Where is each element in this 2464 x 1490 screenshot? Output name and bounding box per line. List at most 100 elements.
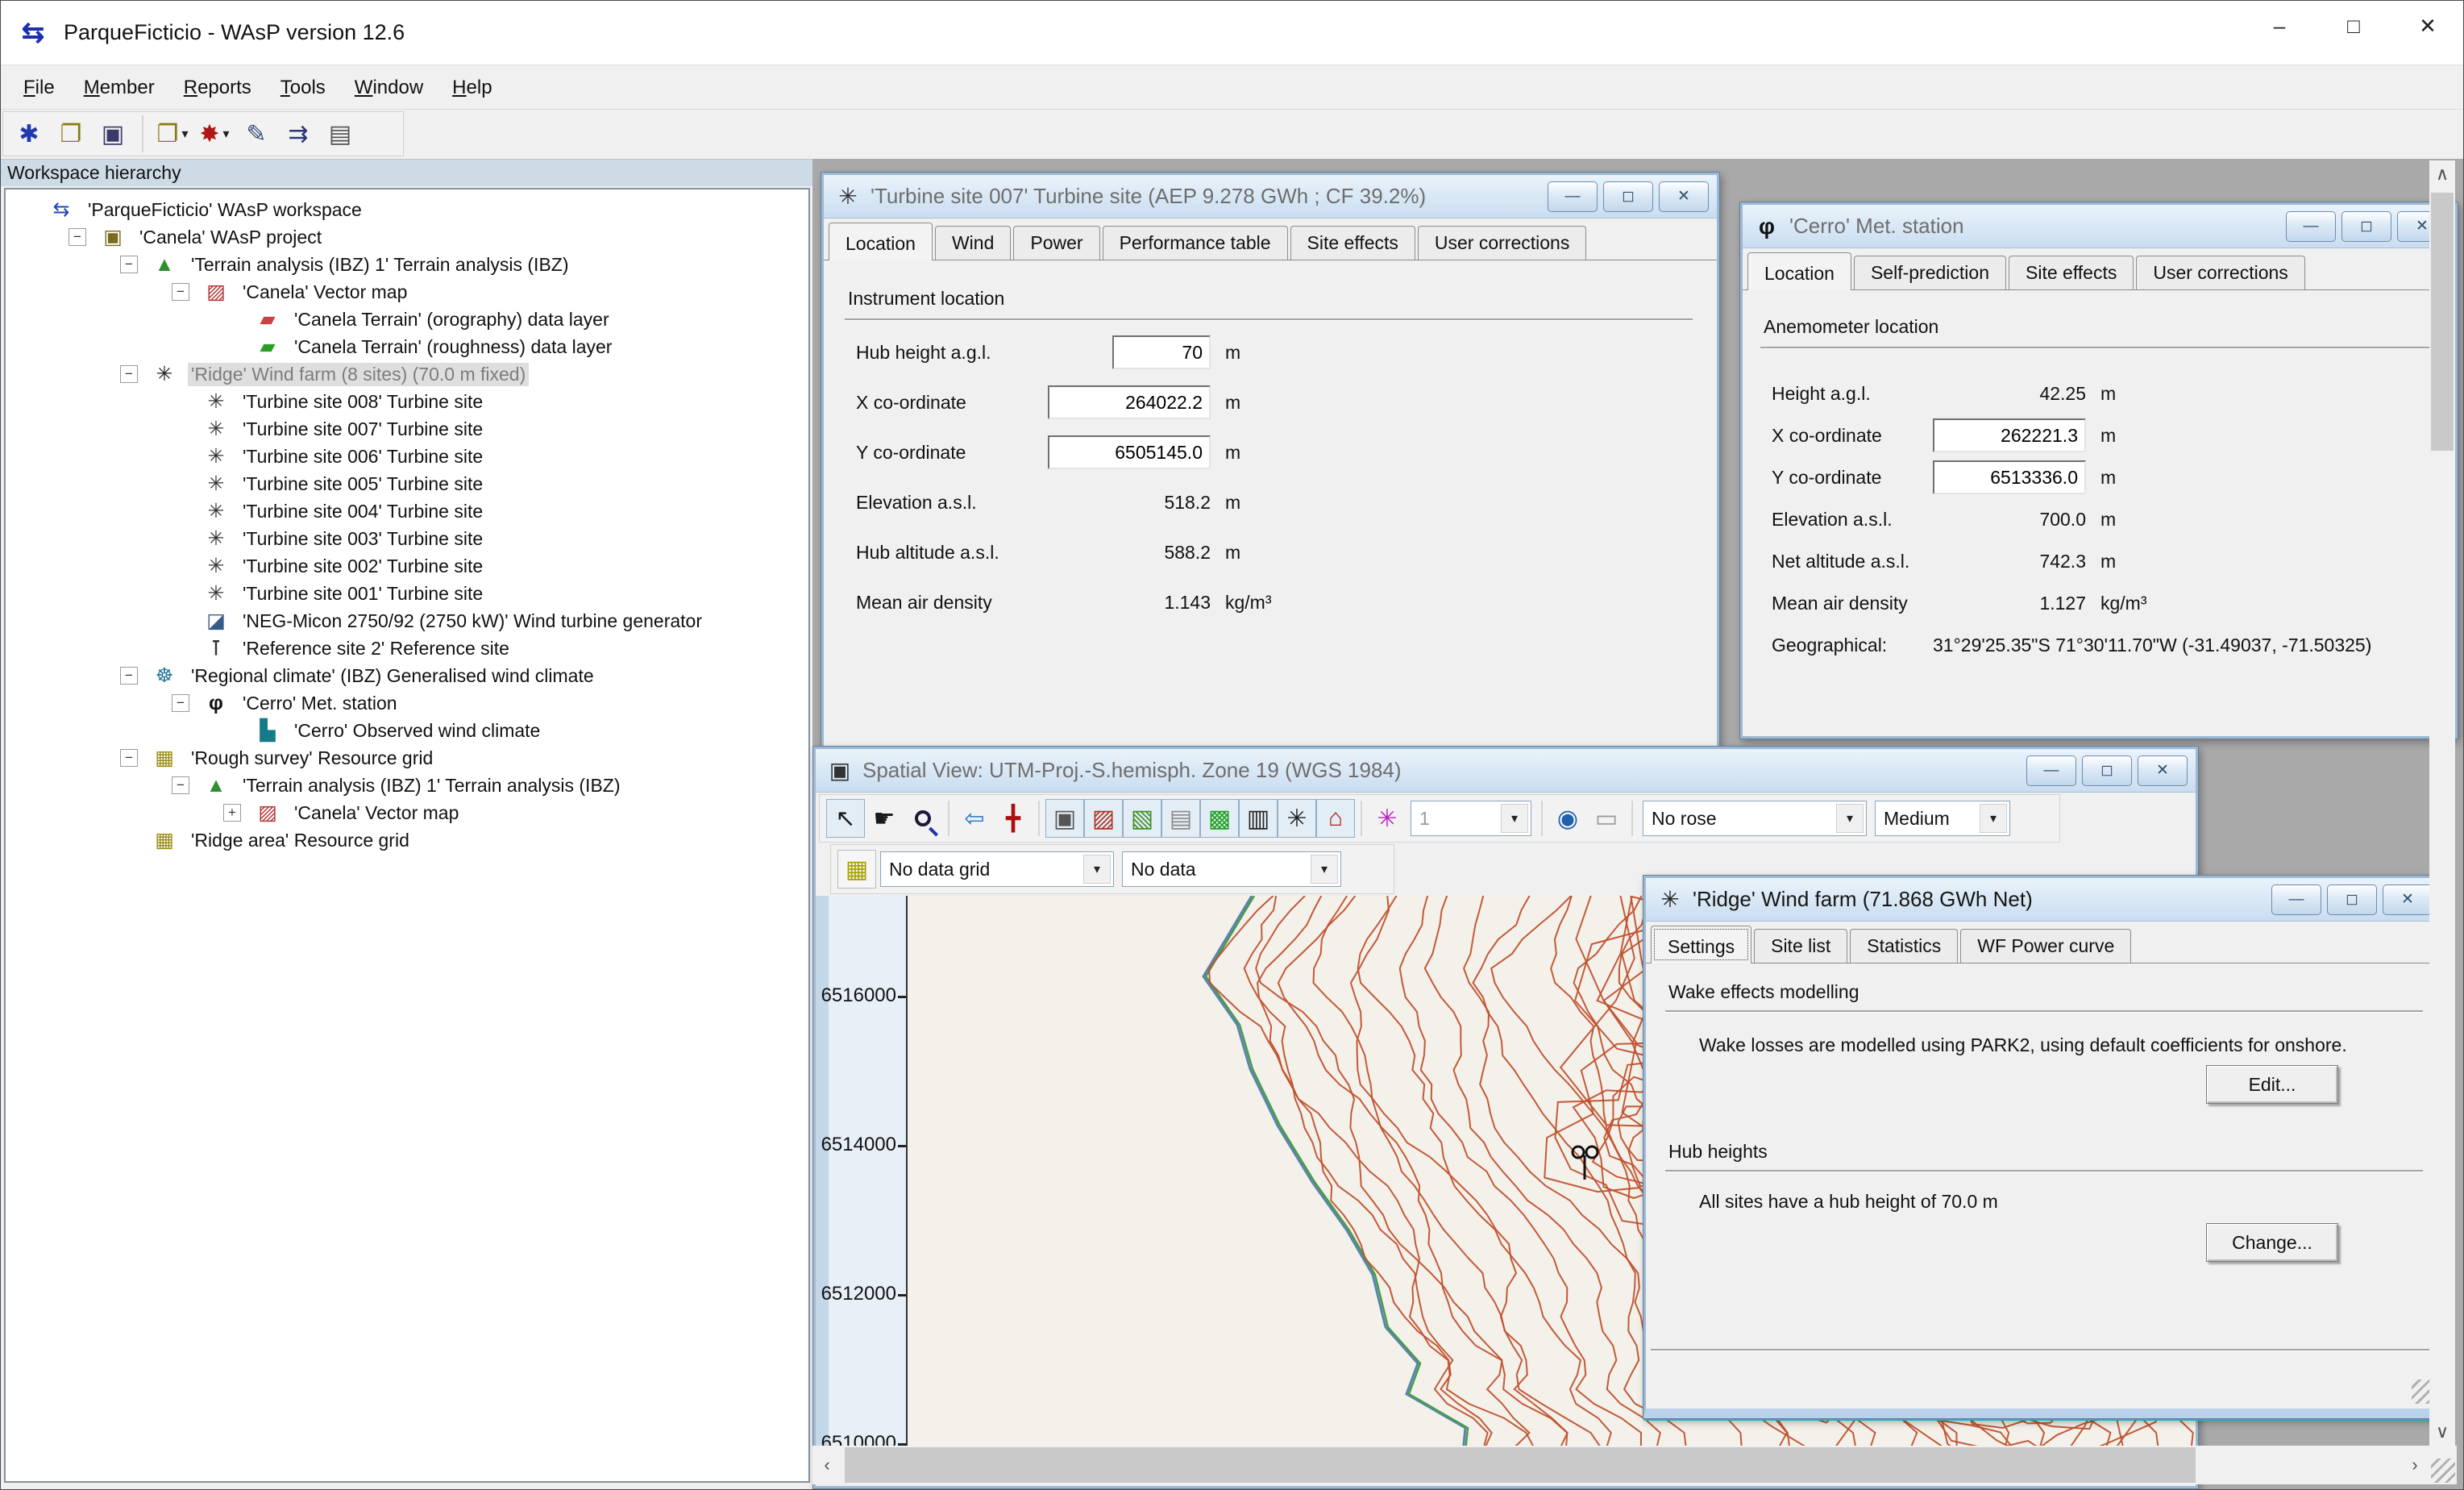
tab-power[interactable]: Power [1013, 226, 1099, 260]
new-member-button[interactable]: ✸▾ [195, 114, 234, 153]
tree-item[interactable]: ▰'Canela Terrain' (orography) data layer [6, 306, 808, 333]
minimize-button[interactable]: – [2242, 1, 2316, 51]
menu-help[interactable]: Help [438, 70, 506, 106]
tree-expand-minus-icon[interactable]: − [120, 667, 138, 685]
scroll-right-button[interactable]: › [2400, 1446, 2429, 1484]
vertical-scrollbar[interactable]: ∧ ∨ [2429, 160, 2455, 1446]
export-button[interactable]: ⇉ [279, 114, 318, 153]
tree-item[interactable]: −✳'Ridge' Wind farm (8 sites) (70.0 m fi… [6, 360, 808, 388]
tree-item[interactable]: −▨'Canela' Vector map [6, 278, 808, 306]
tree-item[interactable]: −☸'Regional climate' (IBZ) Generalised w… [6, 662, 808, 689]
tree-item[interactable]: −φ'Cerro' Met. station [6, 689, 808, 717]
restore-button[interactable]: ◻ [2341, 211, 2391, 242]
tab-user-corrections[interactable]: User corrections [1418, 226, 1586, 260]
menu-tools[interactable]: Tools [266, 70, 340, 106]
turbine-window-titlebar[interactable]: ✳ 'Turbine site 007' Turbine site (AEP 9… [824, 175, 1717, 219]
globe-button[interactable]: ◉ [1548, 799, 1587, 838]
tree-item[interactable]: ✳'Turbine site 008' Turbine site [6, 388, 808, 415]
resize-grip[interactable] [2431, 1459, 2455, 1483]
tab-site-effects[interactable]: Site effects [2009, 256, 2134, 289]
tree-expand-minus-icon[interactable]: − [120, 749, 138, 767]
tree-item[interactable]: ✳'Turbine site 007' Turbine site [6, 415, 808, 443]
minimize-button[interactable]: — [2286, 211, 2336, 242]
tree-item[interactable]: ✳'Turbine site 001' Turbine site [6, 580, 808, 607]
tree-expand-minus-icon[interactable]: − [120, 365, 138, 383]
minimize-button[interactable]: — [1548, 181, 1598, 212]
data-grid-select[interactable]: No data grid▾ [880, 851, 1114, 887]
menu-reports[interactable]: Reports [169, 70, 266, 106]
tree-item[interactable]: ▙'Cerro' Observed wind climate [6, 717, 808, 744]
pan-tool[interactable]: ☛ [865, 799, 904, 838]
spatial-window-titlebar[interactable]: ▣ Spatial View: UTM-Proj.-S.hemisph. Zon… [816, 749, 2196, 793]
tree-item[interactable]: ✳'Turbine site 005' Turbine site [6, 470, 808, 497]
rose-overlay-toggle[interactable]: ✳ [1368, 799, 1407, 838]
tree-item[interactable]: ✳'Turbine site 003' Turbine site [6, 525, 808, 552]
dropdown-arrow-icon[interactable]: ▾ [181, 126, 188, 142]
vscroll-thumb[interactable] [2431, 193, 2454, 451]
scroll-up-button[interactable]: ∧ [2429, 160, 2455, 188]
grid-frame-toggle[interactable]: ▣ [1045, 799, 1084, 838]
close-button[interactable]: ✕ [2383, 884, 2433, 915]
tree-item[interactable]: ▰'Canela Terrain' (roughness) data layer [6, 333, 808, 360]
tree-item[interactable]: ✳'Turbine site 002' Turbine site [6, 552, 808, 580]
data-select[interactable]: No data▾ [1122, 851, 1341, 887]
tab-location[interactable]: Location [1747, 252, 1851, 290]
x-co-ordinate-input[interactable] [1048, 385, 1211, 419]
tree-item[interactable]: ⊺'Reference site 2' Reference site [6, 635, 808, 662]
new-workspace-button[interactable]: ✱ [10, 114, 48, 153]
dropdown-arrow-icon[interactable]: ▾ [1083, 855, 1111, 884]
restore-button[interactable]: ◻ [2327, 884, 2377, 915]
tree-item[interactable]: −▲'Terrain analysis (IBZ) 1' Terrain ana… [6, 251, 808, 278]
menu-window[interactable]: Window [340, 70, 438, 106]
scroll-left-button[interactable]: ‹ [812, 1446, 841, 1484]
tree-expand-minus-icon[interactable]: − [120, 256, 138, 273]
scroll-down-button[interactable]: ∨ [2429, 1418, 2455, 1446]
orography-layer-toggle[interactable]: ▤ [1161, 799, 1200, 838]
zoom-extents-button[interactable]: ╋ [994, 799, 1033, 838]
back-button[interactable]: ⇦ [955, 799, 994, 838]
tree-expand-minus-icon[interactable]: − [172, 694, 189, 712]
tree-expand-plus-icon[interactable]: + [223, 804, 241, 822]
close-button[interactable]: ✕ [1659, 181, 1709, 212]
open-project-button[interactable]: ❐▾ [153, 114, 192, 153]
save-workspace-button[interactable]: ▣ [93, 114, 132, 153]
tab-location[interactable]: Location [829, 223, 933, 260]
tab-settings[interactable]: Settings [1651, 926, 1751, 964]
open-workspace-button[interactable]: ❐ [52, 114, 90, 153]
restore-button[interactable]: ◻ [2082, 755, 2132, 786]
tree-item[interactable]: −▲'Terrain analysis (IBZ) 1' Terrain ana… [6, 772, 808, 799]
tab-wind[interactable]: Wind [935, 226, 1011, 260]
menu-member[interactable]: Member [69, 70, 169, 106]
edit-member-button[interactable]: ✎ [237, 114, 276, 153]
dropdown-arrow-icon[interactable]: ▾ [1311, 855, 1338, 884]
zoom-level-select[interactable]: 1▾ [1411, 801, 1531, 836]
change-button[interactable]: Change... [2206, 1223, 2338, 1262]
tree-item[interactable]: ◪'NEG-Micon 2750/92 (2750 kW)' Wind turb… [6, 607, 808, 635]
tab-self-prediction[interactable]: Self-prediction [1854, 256, 2006, 289]
x-co-ordinate-input[interactable] [1933, 418, 2086, 452]
close-button[interactable]: ✕ [2138, 755, 2188, 786]
vector-map-layer-toggle[interactable]: ▨ [1084, 799, 1123, 838]
horizontal-scrollbar[interactable]: ‹ › [812, 1446, 2429, 1484]
y-co-ordinate-input[interactable] [1933, 460, 2086, 494]
tree-item[interactable]: −▣'Canela' WAsP project [6, 223, 808, 251]
tree-item[interactable]: +▨'Canela' Vector map [6, 799, 808, 826]
turbine-sites-toggle[interactable]: ✳ [1278, 799, 1316, 838]
dropdown-arrow-icon[interactable]: ▾ [1980, 804, 2007, 833]
detail-select[interactable]: Medium▾ [1875, 801, 2010, 836]
tree-item[interactable]: ✳'Turbine site 006' Turbine site [6, 443, 808, 470]
tree-expand-minus-icon[interactable]: − [172, 776, 189, 794]
tab-performance-table[interactable]: Performance table [1103, 226, 1288, 260]
select-tool[interactable]: ↖ [826, 799, 865, 838]
dropdown-arrow-icon[interactable]: ▾ [1501, 804, 1528, 833]
dropdown-arrow-icon[interactable]: ▾ [1836, 804, 1864, 833]
farm-window-titlebar[interactable]: ✳ 'Ridge' Wind farm (71.868 GWh Net) —◻✕ [1646, 878, 2441, 922]
minimize-button[interactable]: — [2026, 755, 2076, 786]
dropdown-arrow-icon[interactable]: ▾ [223, 126, 230, 142]
maximize-button[interactable]: □ [2316, 1, 2391, 51]
bw-layer-toggle[interactable]: ▥ [1239, 799, 1278, 838]
tab-site-effects[interactable]: Site effects [1290, 226, 1415, 260]
minimize-button[interactable]: — [2271, 884, 2321, 915]
y-co-ordinate-input[interactable] [1048, 435, 1211, 469]
tab-statistics[interactable]: Statistics [1850, 929, 1958, 963]
